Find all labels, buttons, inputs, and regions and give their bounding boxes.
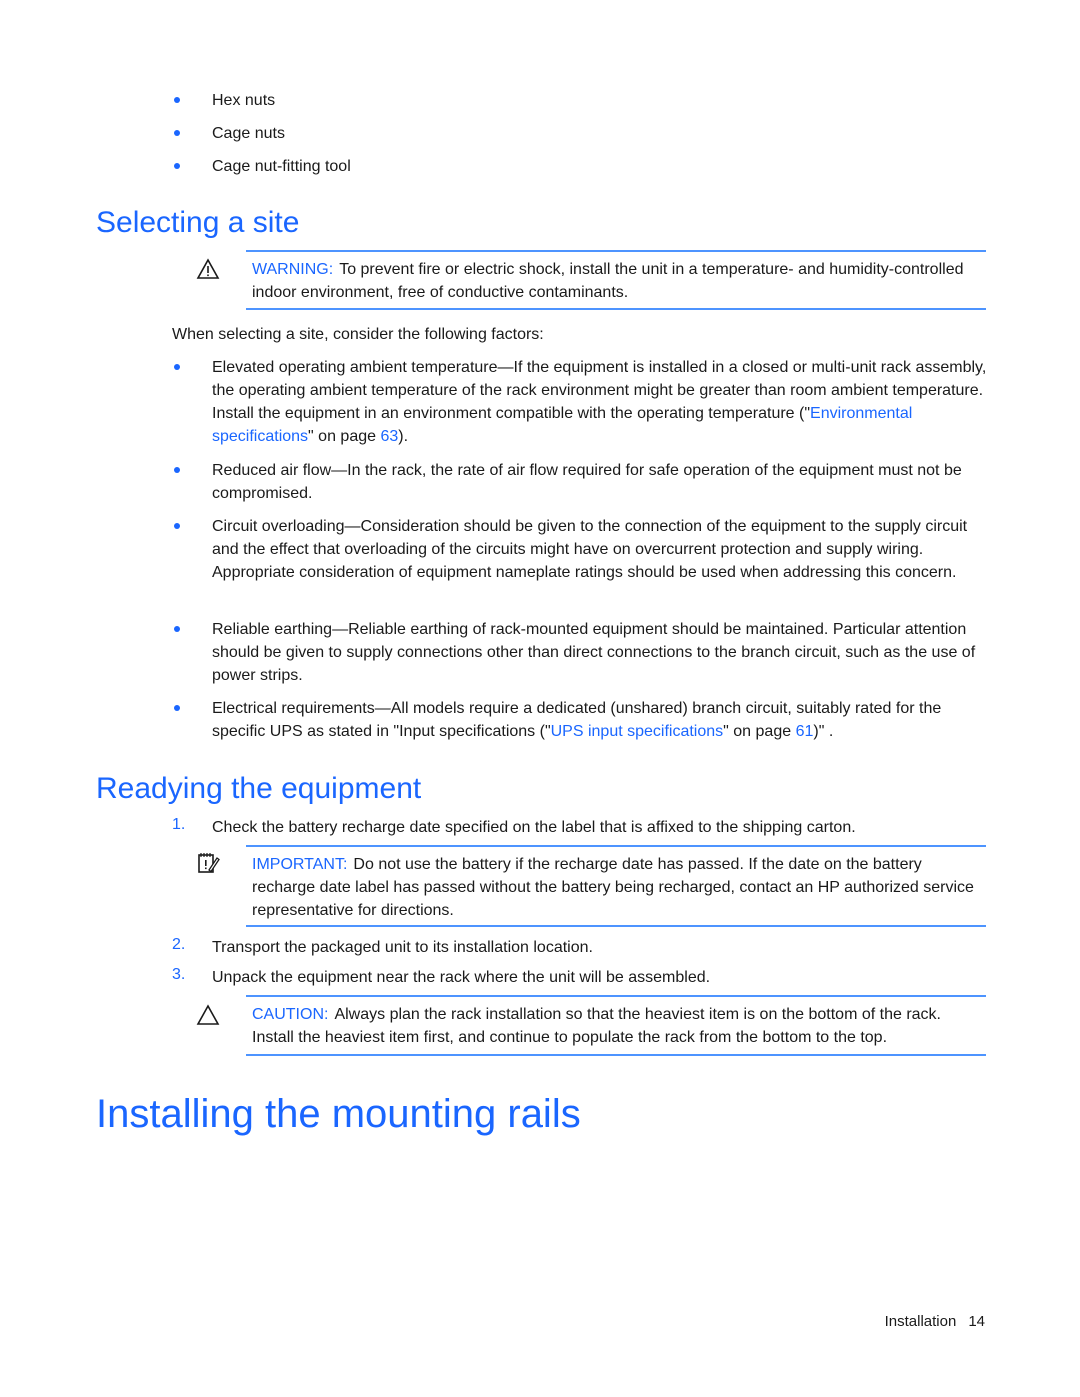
step-number: 3. [172, 966, 186, 983]
list-item-text: Cage nut-fitting tool [212, 158, 351, 175]
list-item-text: Hex nuts [212, 92, 276, 109]
footer-section: Installation [884, 1313, 957, 1330]
bullet-icon [174, 97, 180, 103]
list-item-text: Cage nuts [212, 125, 285, 142]
step-number: 2. [172, 936, 186, 953]
caution-text: Always plan the rack installation so tha… [252, 1006, 941, 1046]
step-text: Check the battery recharge date specifie… [212, 819, 856, 836]
caution-notice: CAUTION: Always plan the rack installatio… [246, 995, 986, 1056]
bullet-icon [174, 364, 180, 370]
caution-triangle-icon [196, 1004, 220, 1025]
step-text: Transport the packaged unit to its insta… [212, 939, 593, 956]
factor-item: Circuit overloading—Consideration should… [172, 515, 987, 584]
factor-text-mid: " on page [308, 428, 381, 445]
bullet-icon [174, 626, 180, 632]
bullet-icon [174, 130, 180, 136]
page-number: 14 [968, 1313, 985, 1330]
factor-text-mid: " on page [723, 723, 796, 740]
important-notepad-icon [198, 853, 220, 873]
factor-text: Reliable earthing—Reliable earthing of r… [212, 621, 976, 684]
important-notice: IMPORTANT: Do not use the battery if the … [246, 845, 986, 927]
list-item: Hex nuts [172, 89, 275, 112]
caution-label: CAUTION: [252, 1006, 329, 1023]
page-63-link[interactable]: 63 [380, 428, 398, 445]
warning-label: WARNING: [252, 261, 334, 278]
section-heading-selecting-site: Selecting a site [96, 206, 300, 239]
factor-text-tail: )" . [813, 723, 834, 740]
warning-notice: WARNING: To prevent fire or electric shoc… [246, 250, 986, 310]
chapter-heading-installing-rails: Installing the mounting rails [96, 1092, 581, 1136]
factor-item: Elevated operating ambient temperature—I… [172, 356, 987, 448]
factor-text: Reduced air flow—In the rack, the rate o… [212, 462, 962, 502]
important-text: Do not use the battery if the recharge d… [252, 856, 974, 919]
list-item: Cage nuts [172, 122, 285, 145]
page-61-link[interactable]: 61 [796, 723, 814, 740]
factor-item: Electrical requirements—All models requi… [172, 697, 987, 743]
list-item: Cage nut-fitting tool [172, 155, 351, 178]
bullet-icon [174, 467, 180, 473]
page-footer: Installation 14 [873, 1313, 985, 1330]
bullet-icon [174, 163, 180, 169]
ups-input-specs-link[interactable]: UPS input specifications [551, 723, 724, 740]
factor-item: Reliable earthing—Reliable earthing of r… [172, 618, 987, 687]
site-intro: When selecting a site, consider the foll… [172, 326, 544, 343]
section-heading-readying-equipment: Readying the equipment [96, 772, 422, 805]
step-text: Unpack the equipment near the rack where… [212, 969, 711, 986]
factor-item: Reduced air flow—In the rack, the rate o… [172, 459, 987, 505]
factor-text: Circuit overloading—Consideration should… [212, 518, 968, 581]
step-number: 1. [172, 816, 186, 833]
bullet-icon [174, 705, 180, 711]
warning-triangle-icon [196, 258, 220, 279]
bullet-icon [174, 523, 180, 529]
factor-text-tail: ). [398, 428, 409, 445]
warning-text: To prevent fire or electric shock, insta… [252, 261, 964, 301]
important-label: IMPORTANT: [252, 856, 348, 873]
